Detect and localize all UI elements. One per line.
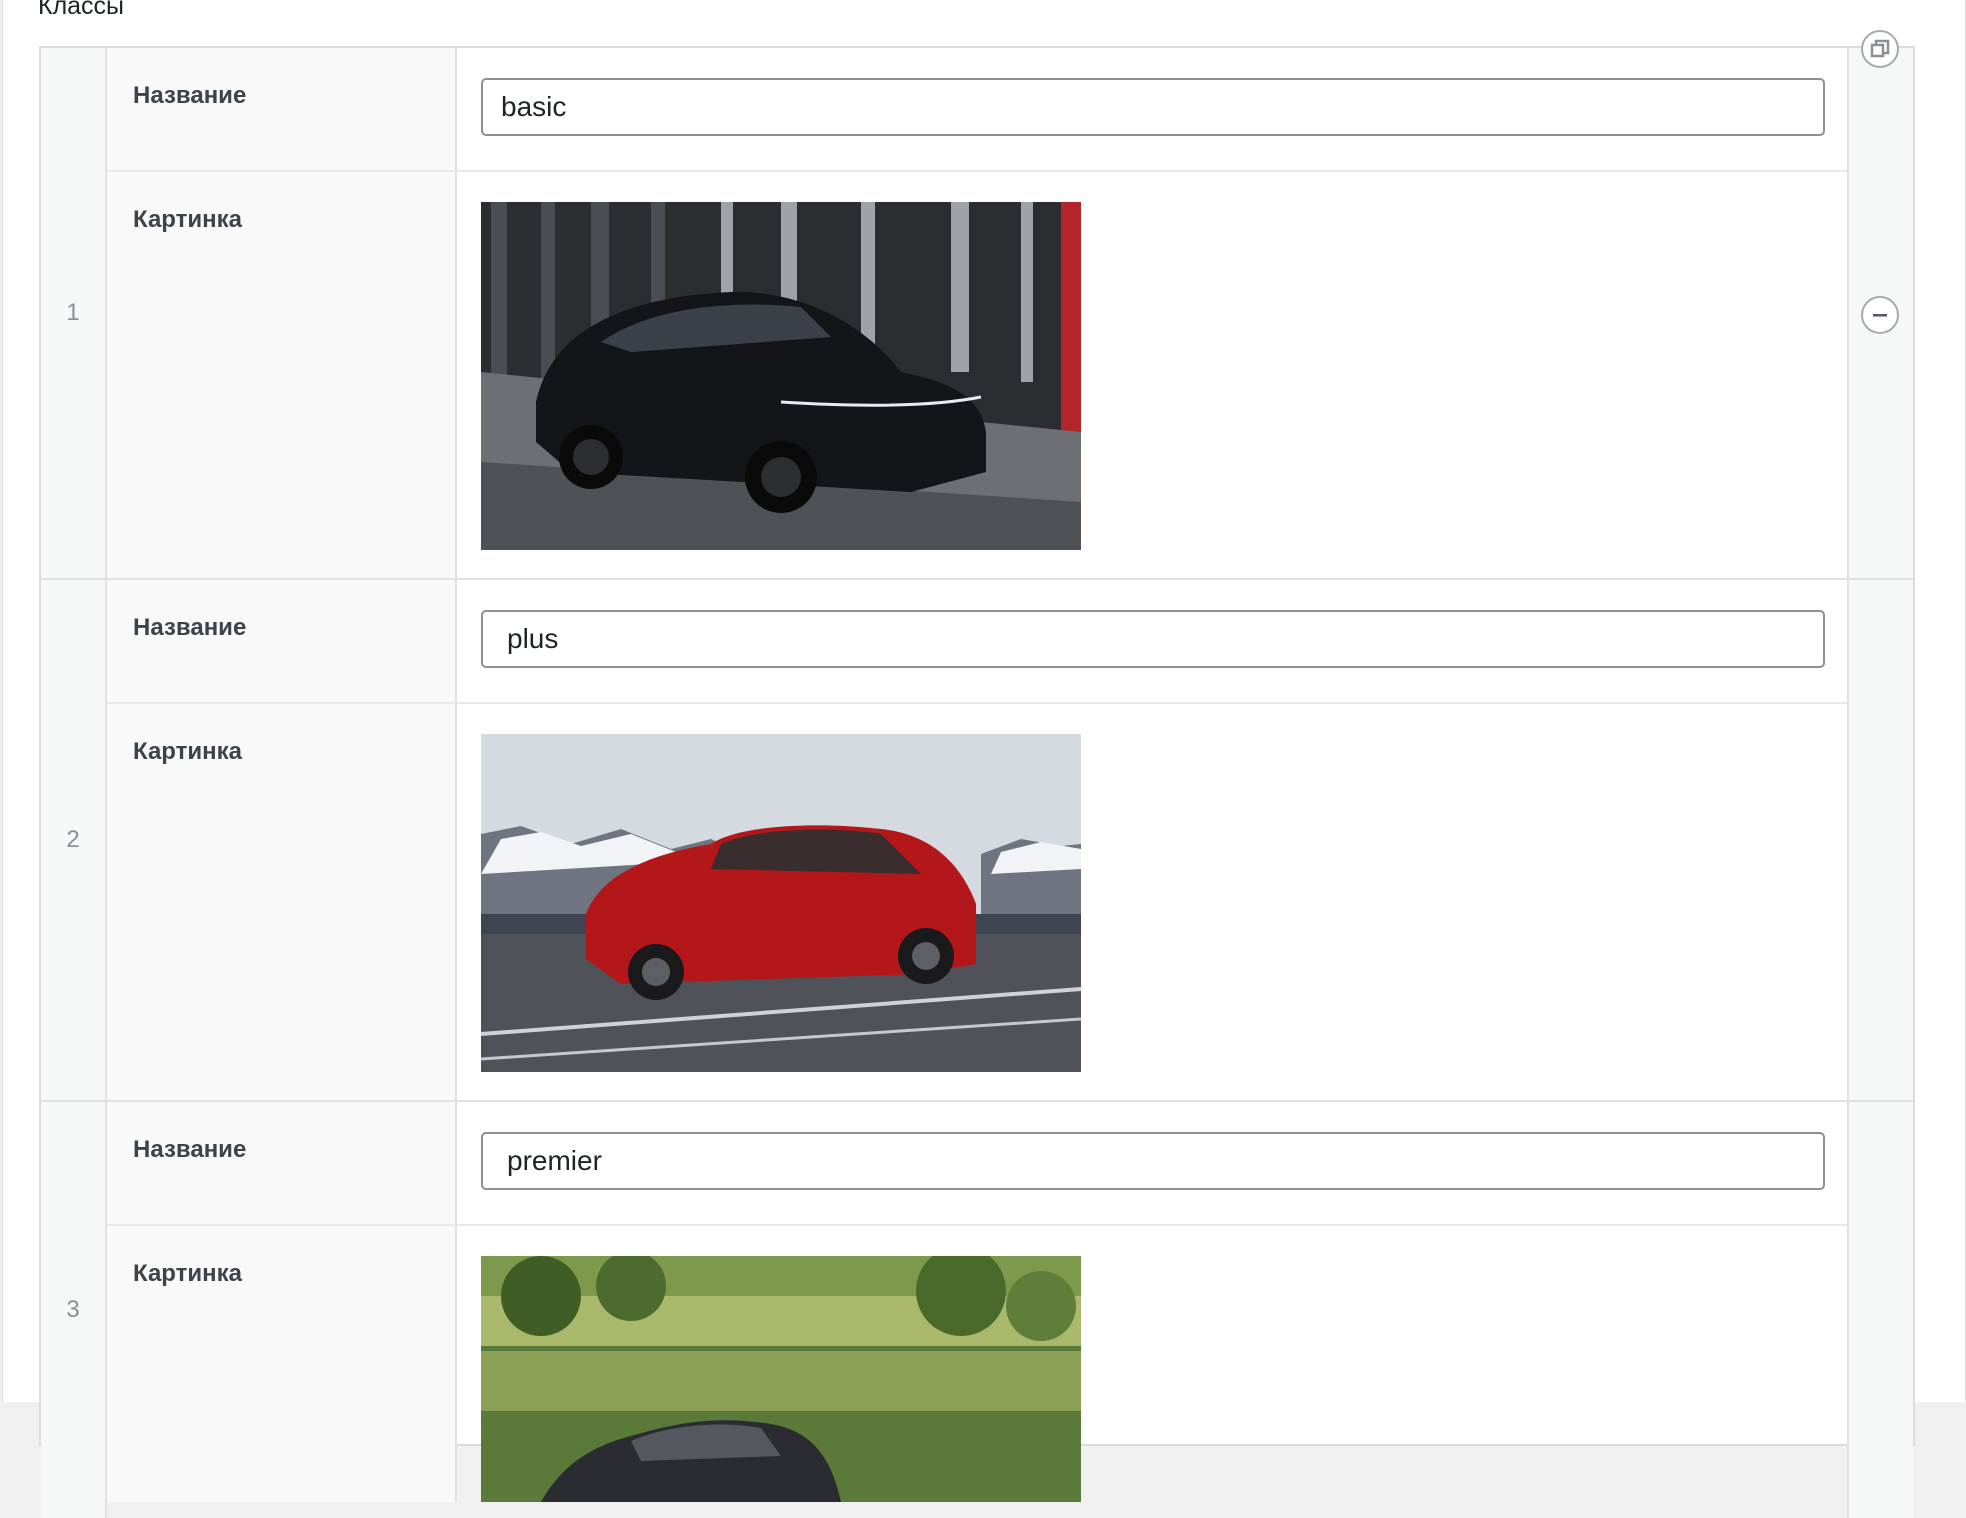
- field-label: Картинка: [107, 172, 457, 578]
- field-name: Название: [107, 580, 1847, 702]
- row-handle[interactable]: 1: [41, 48, 107, 578]
- name-input[interactable]: [481, 610, 1825, 668]
- duplicate-icon: [1870, 39, 1890, 58]
- section-label: Классы: [38, 0, 125, 20]
- repeater-row: 1 Название Картинка: [41, 30, 1913, 580]
- dark-car-image: [481, 1256, 1081, 1502]
- acf-panel: Классы 1 Название Картинка: [2, 0, 1966, 1518]
- field-name: Название: [107, 1102, 1847, 1224]
- field-name: Название: [107, 48, 1847, 170]
- field-image: Картинка: [107, 1226, 1847, 1502]
- field-value: [457, 580, 1847, 702]
- field-value: [457, 1226, 1847, 1502]
- field-label: Картинка: [107, 1226, 457, 1502]
- name-input[interactable]: [481, 78, 1825, 136]
- row-index: 1: [66, 299, 80, 326]
- field-value: [457, 704, 1847, 1100]
- field-value: [457, 1102, 1847, 1224]
- name-input[interactable]: [481, 1132, 1825, 1190]
- row-actions: [1847, 30, 1913, 578]
- row-handle[interactable]: 3: [41, 1102, 107, 1518]
- repeater-table: 1 Название Картинка: [39, 30, 1915, 1518]
- repeater-row: 3 Название Картинка: [41, 1102, 1913, 1518]
- field-label: Название: [107, 580, 457, 702]
- field-label: Название: [107, 1102, 457, 1224]
- field-label: Картинка: [107, 704, 457, 1100]
- row-index: 3: [66, 1296, 80, 1323]
- remove-row-button[interactable]: [1861, 296, 1899, 334]
- minus-circle-icon: [1873, 314, 1887, 317]
- field-image: Картинка: [107, 172, 1847, 578]
- car-image[interactable]: [481, 202, 1081, 550]
- row-handle[interactable]: 2: [41, 580, 107, 1100]
- car-image[interactable]: [481, 734, 1081, 1072]
- duplicate-row-button[interactable]: [1861, 30, 1899, 68]
- field-value: [457, 48, 1847, 170]
- field-image: Картинка: [107, 704, 1847, 1100]
- row-index: 2: [66, 826, 80, 853]
- field-value: [457, 172, 1847, 578]
- row-actions: [1847, 580, 1913, 1100]
- field-label: Название: [107, 48, 457, 170]
- repeater-row: 2 Название Картинка: [41, 580, 1913, 1102]
- car-image[interactable]: [481, 1256, 1081, 1502]
- red-car-image: [481, 734, 1081, 1072]
- row-actions: [1847, 1102, 1913, 1518]
- black-car-image: [481, 202, 1081, 550]
